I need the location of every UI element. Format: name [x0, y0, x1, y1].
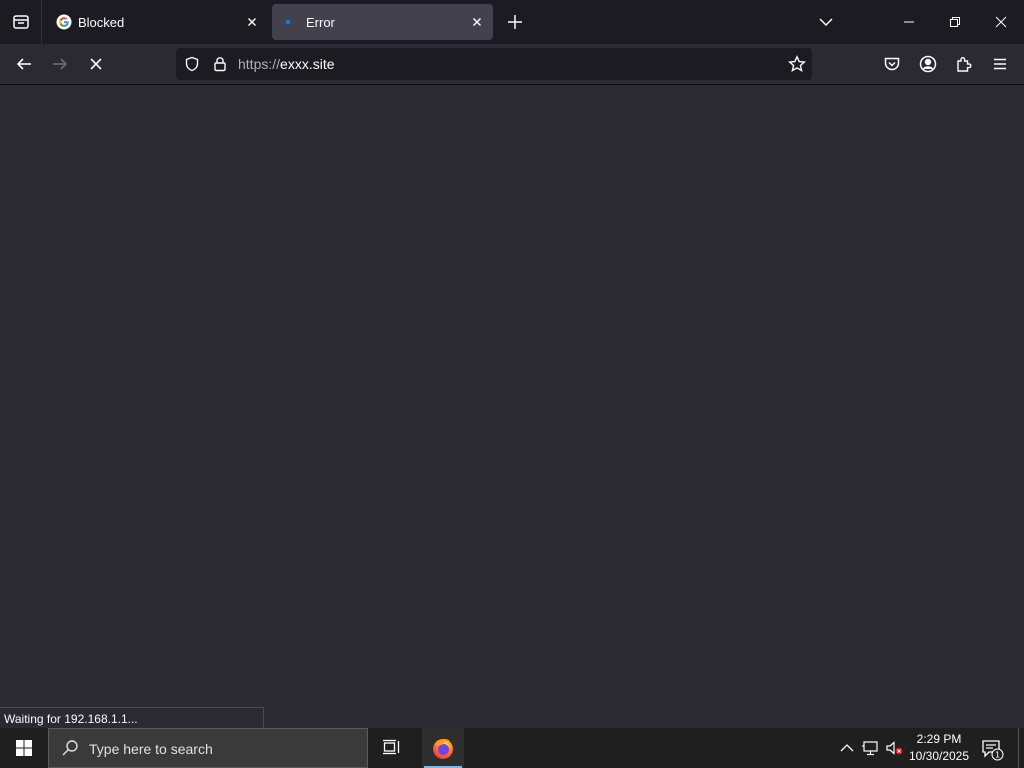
- status-panel: Waiting for 192.168.1.1...: [0, 707, 264, 728]
- extensions-button[interactable]: [948, 48, 980, 80]
- notification-count: 1: [995, 751, 1000, 760]
- loading-dot-icon: [284, 14, 300, 30]
- forward-button[interactable]: [44, 48, 76, 80]
- clock-time: 2:29 PM: [916, 732, 962, 746]
- url-scheme: https://: [238, 56, 281, 72]
- account-icon: [919, 55, 937, 73]
- stop-loading-button[interactable]: [80, 48, 112, 80]
- lock-icon[interactable]: [212, 56, 228, 72]
- task-view-button[interactable]: [372, 728, 412, 768]
- window-minimize-button[interactable]: [886, 0, 932, 44]
- show-desktop-button[interactable]: [1018, 728, 1024, 768]
- url-bar[interactable]: https://exxx.site: [176, 48, 812, 80]
- google-icon: [56, 14, 72, 30]
- firefox-taskbar-button[interactable]: [422, 728, 464, 768]
- chevron-down-icon[interactable]: [816, 12, 836, 32]
- close-tab-icon[interactable]: [244, 14, 260, 30]
- arrow-right-icon: [51, 55, 69, 73]
- window-close-button[interactable]: [978, 0, 1024, 44]
- tab-error[interactable]: Error: [272, 4, 493, 40]
- task-view-icon: [382, 739, 402, 757]
- url-text[interactable]: https://exxx.site: [238, 56, 335, 72]
- url-host: exxx.site: [280, 56, 335, 72]
- puzzle-piece-icon: [955, 55, 973, 73]
- windows-logo-icon: [15, 739, 33, 757]
- tab-label: Blocked: [78, 15, 125, 30]
- tab-label: Error: [306, 15, 335, 30]
- minimize-icon: [903, 16, 915, 28]
- tracking-shield-icon[interactable]: [184, 56, 200, 72]
- back-button[interactable]: [8, 48, 40, 80]
- chevron-up-icon[interactable]: [837, 738, 857, 758]
- page-content-area[interactable]: [0, 86, 1024, 728]
- volume-muted-icon[interactable]: [885, 738, 905, 758]
- pocket-icon: [883, 55, 901, 73]
- close-tab-icon[interactable]: [469, 14, 485, 30]
- tab-strip: Blocked Error: [0, 0, 1024, 44]
- close-icon: [995, 16, 1007, 28]
- network-icon[interactable]: [861, 738, 881, 758]
- navigation-toolbar: https://exxx.site: [0, 44, 1024, 85]
- notification-center-icon[interactable]: 1: [980, 737, 1004, 761]
- tab-blocked[interactable]: Blocked: [44, 4, 268, 40]
- taskbar-clock[interactable]: 2:29 PM 10/30/2025: [906, 731, 972, 765]
- new-tab-plus-icon[interactable]: [505, 12, 525, 32]
- bookmark-star-icon[interactable]: [788, 55, 806, 73]
- restore-icon: [949, 16, 961, 28]
- arrow-left-icon: [15, 55, 33, 73]
- pocket-button[interactable]: [876, 48, 908, 80]
- windows-taskbar: Type here to search 2:29 PM 10/30/2025 1: [0, 728, 1024, 768]
- firefox-view-icon: [12, 13, 30, 31]
- start-button[interactable]: [0, 728, 48, 768]
- firefox-view-button[interactable]: [0, 0, 42, 44]
- account-button[interactable]: [912, 48, 944, 80]
- hamburger-menu-icon: [992, 56, 1008, 72]
- firefox-logo-icon: [431, 736, 455, 760]
- taskbar-search-box[interactable]: Type here to search: [48, 728, 368, 768]
- stop-x-icon: [88, 56, 104, 72]
- window-restore-button[interactable]: [932, 0, 978, 44]
- app-menu-button[interactable]: [984, 48, 1016, 80]
- search-icon: [61, 739, 79, 757]
- clock-date: 10/30/2025: [908, 749, 970, 763]
- search-placeholder: Type here to search: [89, 741, 213, 757]
